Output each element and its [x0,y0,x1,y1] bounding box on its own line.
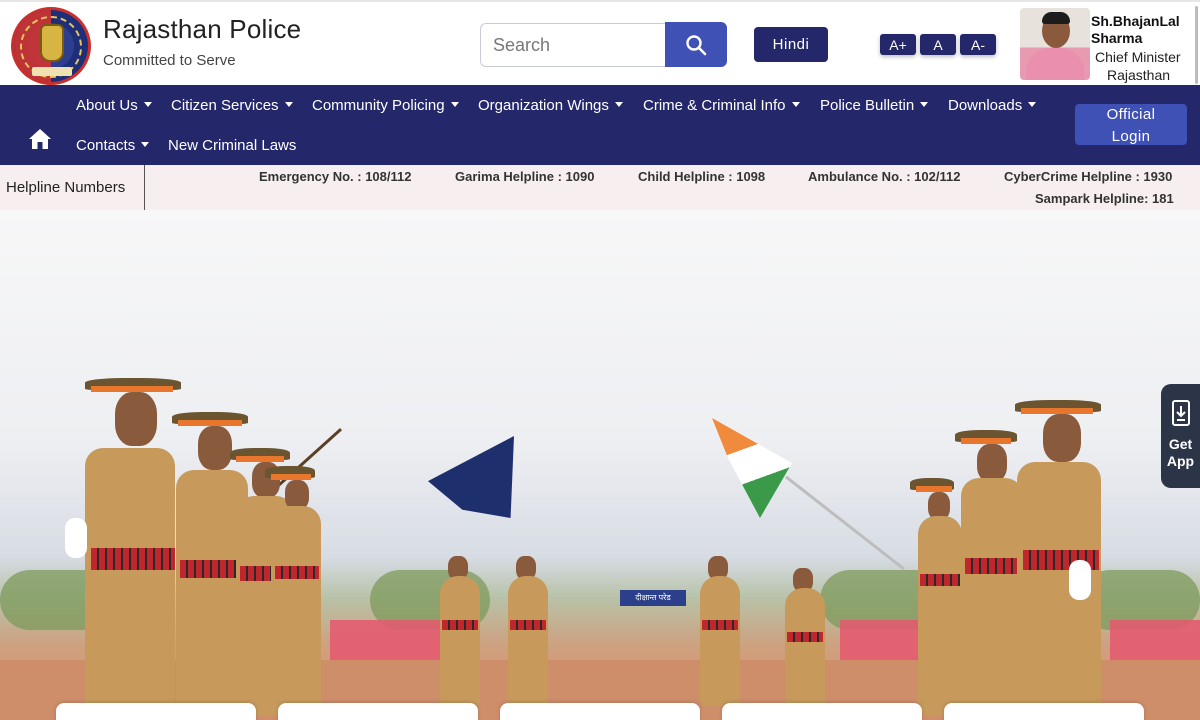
helpline-garima: Garima Helpline : 1090 [455,169,595,184]
helpline-strip: Helpline Numbers Emergency No. : 108/112… [0,165,1200,210]
login-label-line2: Login [1111,128,1151,145]
chief-minister-title: Chief Minister [1095,49,1181,65]
chevron-down-icon [141,141,150,147]
download-phone-icon [1172,400,1190,426]
site-tagline: Committed to Serve [103,52,236,69]
nav-citizen-services[interactable]: Citizen Services [171,97,293,114]
nav-community-policing[interactable]: Community Policing [312,97,459,114]
nav-label: Organization Wings [478,97,609,114]
font-decrease-button[interactable]: A- [960,34,996,55]
chief-minister-state: Rajasthan [1107,67,1171,83]
nav-label: About Us [76,97,138,114]
login-label-line1: Official [1106,106,1156,123]
chief-minister-name: Sh.BhajanLal Sharma [1091,13,1180,46]
main-navigation: About Us Citizen Services Community Poli… [0,85,1200,165]
official-login-button[interactable]: Official Login [1075,104,1187,145]
nav-contacts[interactable]: Contacts [76,137,150,154]
search-icon [686,34,707,55]
nav-new-criminal-laws[interactable]: New Criminal Laws [168,137,296,154]
get-app-button[interactable]: Get App [1161,384,1200,488]
nav-police-bulletin[interactable]: Police Bulletin [820,97,929,114]
nav-label: Downloads [948,97,1023,114]
font-normal-button[interactable]: A [920,34,956,55]
nav-label: Crime & Criminal Info [643,97,786,114]
helpline-label: Helpline Numbers [0,165,145,210]
service-card[interactable] [56,703,256,720]
nav-label: Police Bulletin [820,97,915,114]
helpline-child: Child Helpline : 1098 [638,169,766,184]
nav-crime-criminal-info[interactable]: Crime & Criminal Info [643,97,800,114]
india-flag [712,418,792,518]
nav-downloads[interactable]: Downloads [948,97,1037,114]
nav-label: New Criminal Laws [168,137,297,154]
service-card[interactable] [722,703,922,720]
nav-label: Community Policing [312,97,445,114]
chevron-down-icon [284,101,293,107]
service-card[interactable] [944,703,1144,720]
service-card[interactable] [278,703,478,720]
rajasthan-police-logo[interactable] [11,7,91,85]
chevron-down-icon [920,101,929,107]
nav-about-us[interactable]: About Us [76,97,152,114]
helpline-cybercrime: CyberCrime Helpline : 1930 [1004,169,1173,184]
home-icon[interactable] [28,128,52,150]
get-app-label-line2: App [1166,453,1195,469]
site-title[interactable]: Rajasthan Police [103,14,301,45]
search-input[interactable] [480,23,666,67]
chevron-down-icon [614,101,623,107]
nav-label: Contacts [76,137,136,154]
parade-board: दीक्षान्त परेड [620,590,686,606]
nav-label: Citizen Services [171,97,279,114]
chevron-down-icon [450,101,459,107]
nav-organization-wings[interactable]: Organization Wings [478,97,623,114]
helpline-sampark: Sampark Helpline: 181 [1035,191,1174,206]
service-card[interactable] [500,703,700,720]
page-scrollbar[interactable] [1195,6,1198,84]
chief-minister-photo [1020,8,1090,80]
hero-banner-image: दीक्षान्त परेड [0,210,1200,720]
helpline-emergency: Emergency No. : 108/112 [259,169,412,184]
chevron-down-icon [143,101,152,107]
chevron-down-icon [791,101,800,107]
hindi-language-button[interactable]: Hindi [754,27,828,62]
site-header: Rajasthan Police Committed to Serve Hind… [0,0,1200,85]
get-app-label-line1: Get [1168,436,1193,452]
search-button[interactable] [665,22,727,67]
chevron-down-icon [1028,101,1037,107]
police-flag [428,436,514,518]
font-increase-button[interactable]: A+ [880,34,916,55]
helpline-ambulance: Ambulance No. : 102/112 [808,169,961,184]
